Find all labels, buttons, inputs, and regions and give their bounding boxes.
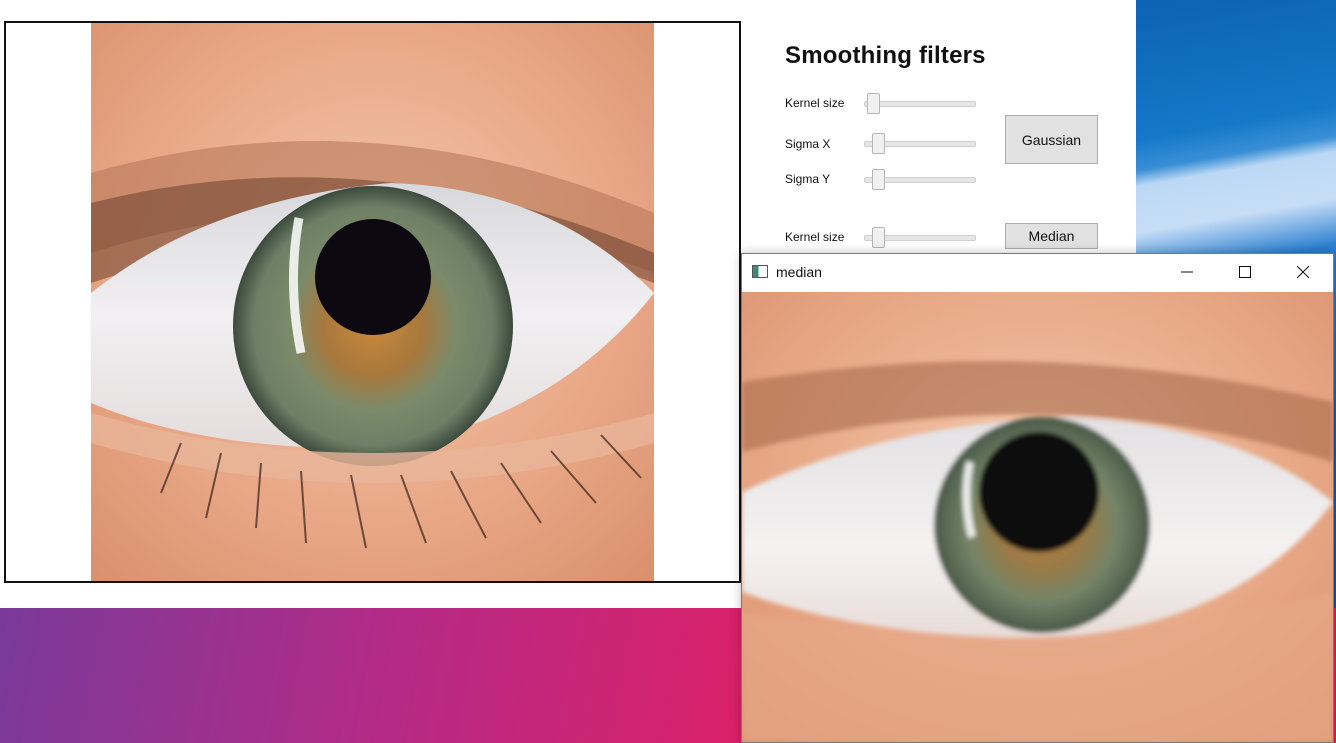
minimize-button[interactable] xyxy=(1158,254,1216,290)
sigma-x-slider[interactable] xyxy=(864,131,976,155)
median-window: median xyxy=(741,253,1334,743)
median-window-titlebar[interactable]: median xyxy=(742,254,1333,292)
panel-title: Smoothing filters xyxy=(785,42,986,69)
median-kernel-size-slider[interactable] xyxy=(864,225,976,249)
slider-thumb[interactable] xyxy=(872,133,885,154)
maximize-icon xyxy=(1239,266,1251,278)
minimize-icon xyxy=(1181,271,1193,273)
gaussian-kernel-size-slider[interactable] xyxy=(864,91,976,115)
median-filtered-image xyxy=(742,292,1333,742)
slider-thumb[interactable] xyxy=(872,169,885,190)
median-kernel-size-label: Kernel size xyxy=(785,230,845,244)
gaussian-button[interactable]: Gaussian xyxy=(1005,115,1098,164)
maximize-button[interactable] xyxy=(1216,254,1274,290)
sigma-y-label: Sigma Y xyxy=(785,172,831,186)
sigma-x-label: Sigma X xyxy=(785,137,831,151)
close-icon xyxy=(1297,266,1309,278)
source-image-frame xyxy=(4,21,741,583)
window-title: median xyxy=(776,264,822,280)
gaussian-kernel-size-label: Kernel size xyxy=(785,96,845,110)
window-app-icon xyxy=(752,265,768,278)
slider-track xyxy=(864,101,976,107)
median-button[interactable]: Median xyxy=(1005,223,1098,249)
slider-thumb[interactable] xyxy=(867,93,880,114)
close-button[interactable] xyxy=(1274,254,1332,290)
slider-thumb[interactable] xyxy=(872,227,885,248)
source-eye-image xyxy=(91,23,654,581)
sigma-y-slider[interactable] xyxy=(864,167,976,191)
